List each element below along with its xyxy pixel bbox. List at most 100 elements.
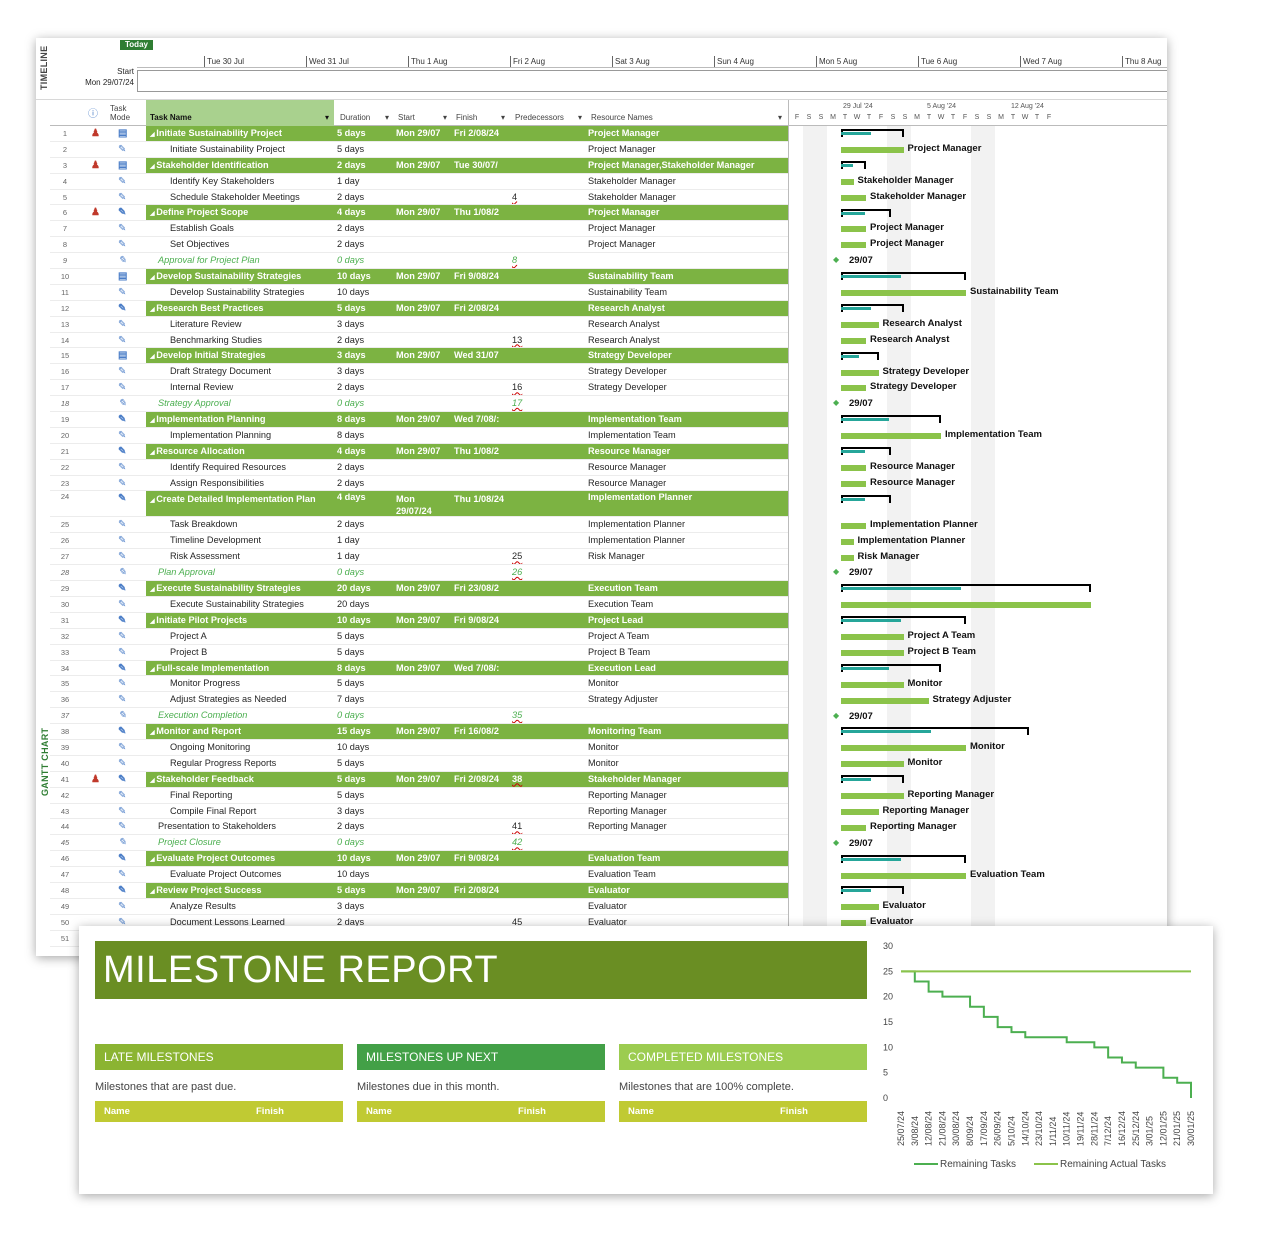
task-predecessors[interactable] [510, 460, 586, 475]
task-start[interactable]: Mon 29/07 [394, 269, 452, 284]
task-start[interactable] [394, 517, 452, 532]
task-finish[interactable] [452, 396, 510, 411]
task-predecessors[interactable]: 8 [510, 253, 586, 268]
task-start[interactable] [394, 333, 452, 348]
task-duration[interactable]: 8 days [335, 412, 393, 427]
task-start[interactable] [394, 174, 452, 189]
task-duration[interactable]: 20 days [335, 597, 393, 612]
task-resources[interactable] [586, 565, 788, 580]
task-duration[interactable]: 2 days [335, 158, 393, 173]
task-predecessors[interactable] [510, 645, 586, 660]
task-duration[interactable]: 10 days [335, 269, 393, 284]
task-duration[interactable]: 5 days [335, 788, 393, 803]
task-bar[interactable] [841, 904, 879, 911]
task-name[interactable]: Identify Key Stakeholders [146, 174, 334, 189]
task-bar[interactable] [841, 464, 866, 471]
task-duration[interactable]: 5 days [335, 629, 393, 644]
task-resources[interactable]: Implementation Planner [586, 517, 788, 532]
task-name[interactable]: Ongoing Monitoring [146, 740, 334, 755]
task-name[interactable]: ◢ Research Best Practices [146, 301, 334, 316]
task-finish[interactable] [452, 899, 510, 914]
task-start[interactable] [394, 788, 452, 803]
task-start[interactable]: Mon 29/07 [394, 205, 452, 220]
task-resources[interactable]: Project Manager [586, 205, 788, 220]
task-name[interactable]: ◢ Execute Sustainability Strategies [146, 581, 334, 596]
task-resources[interactable]: Resource Manager [586, 444, 788, 459]
task-finish[interactable] [452, 756, 510, 771]
col-predecessors[interactable]: Predecessors [515, 113, 564, 122]
task-start[interactable] [394, 190, 452, 205]
row-task-mode[interactable]: ✎ [108, 173, 146, 189]
task-name[interactable]: ◢ Initiate Pilot Projects [146, 613, 334, 628]
task-duration[interactable]: 10 days [335, 285, 393, 300]
row-task-mode[interactable]: ✎ [108, 332, 146, 348]
task-finish[interactable] [452, 142, 510, 157]
task-start[interactable] [394, 142, 452, 157]
row-task-mode[interactable]: ✎ [108, 660, 146, 676]
task-finish[interactable] [452, 253, 510, 268]
task-finish[interactable]: Fri 2/08/24 [452, 301, 510, 316]
table-row[interactable]: 36 ✎ Adjust Strategies as Needed 7 days Stra… [50, 692, 788, 709]
task-predecessors[interactable] [510, 740, 586, 755]
task-resources[interactable] [586, 396, 788, 411]
task-duration[interactable]: 2 days [335, 460, 393, 475]
task-start[interactable] [394, 380, 452, 395]
task-finish[interactable] [452, 460, 510, 475]
table-row[interactable]: 32 ✎ Project A 5 days Project A Team [50, 628, 788, 645]
table-row[interactable]: 26 ✎ Timeline Development 1 day Implementati… [50, 533, 788, 550]
task-finish[interactable]: Fri 23/08/2 [452, 581, 510, 596]
task-resources[interactable]: Project Manager [586, 237, 788, 252]
task-resources[interactable]: Project Manager,Stakeholder Manager [586, 158, 788, 173]
task-predecessors[interactable]: 42 [510, 835, 586, 850]
table-row[interactable]: 21 ✎ ◢ Resource Allocation 4 days Mon 29/07 T… [50, 443, 788, 460]
row-task-mode[interactable]: ✎ [108, 427, 146, 443]
task-resources[interactable]: Evaluation Team [586, 851, 788, 866]
task-resources[interactable]: Monitor [586, 740, 788, 755]
dropdown-icon[interactable]: ▾ [778, 113, 782, 122]
task-resources[interactable]: Execution Team [586, 581, 788, 596]
task-duration[interactable]: 3 days [335, 348, 393, 363]
task-resources[interactable]: Monitoring Team [586, 724, 788, 739]
task-bar[interactable] [841, 793, 904, 799]
task-start[interactable]: Mon 29/07 [394, 412, 452, 427]
task-start[interactable] [394, 692, 452, 707]
row-task-mode[interactable]: ✎ [108, 396, 146, 412]
task-resources[interactable]: Project Manager [586, 142, 788, 157]
task-predecessors[interactable] [510, 581, 586, 596]
task-bar[interactable] [841, 480, 866, 487]
task-predecessors[interactable] [510, 851, 586, 866]
task-name[interactable]: Draft Strategy Document [146, 364, 334, 379]
task-predecessors[interactable] [510, 285, 586, 300]
table-row[interactable]: 10 ▤ ◢ Develop Sustainability Strategies 10… [50, 269, 788, 285]
task-resources[interactable]: Implementation Planner [586, 533, 788, 548]
col-task-name[interactable]: Task Name [150, 113, 192, 122]
row-task-mode[interactable]: ✎ [108, 676, 146, 692]
task-duration[interactable]: 0 days [335, 565, 393, 580]
task-bar[interactable] [841, 602, 1091, 609]
task-duration[interactable]: 5 days [335, 772, 393, 787]
task-name[interactable]: Project A [146, 629, 334, 644]
row-task-mode[interactable]: ✎ [108, 628, 146, 644]
task-start[interactable] [394, 565, 452, 580]
col-resources[interactable]: Resource Names [591, 113, 653, 122]
task-name[interactable]: Develop Sustainability Strategies [146, 285, 334, 300]
task-start[interactable] [394, 597, 452, 612]
task-finish[interactable] [452, 174, 510, 189]
task-start[interactable] [394, 533, 452, 548]
table-row[interactable]: 3 ♟ ▤ ◢ Stakeholder Identification 2 days Mon… [50, 157, 788, 174]
task-start[interactable] [394, 819, 452, 834]
table-row[interactable]: 45 ✎ Project Closure 0 days 42 [50, 835, 788, 852]
task-finish[interactable] [452, 645, 510, 660]
task-duration[interactable]: 3 days [335, 317, 393, 332]
table-row[interactable]: 17 ✎ Internal Review 2 days 16 Strategy Devel… [50, 380, 788, 397]
task-bar[interactable] [841, 146, 904, 153]
dropdown-icon[interactable]: ▾ [501, 113, 505, 122]
task-start[interactable]: Mon 29/07/24 [394, 491, 452, 516]
task-bar[interactable] [841, 290, 966, 296]
sort-icon[interactable]: ▾ [325, 113, 329, 122]
table-row[interactable]: 1 ♟ ▤ ◢ Initiate Sustainability Project 5 da… [50, 126, 788, 142]
col-start[interactable]: Start [398, 113, 415, 122]
row-task-mode[interactable]: ▤ [108, 126, 146, 141]
task-name[interactable]: ◢ Full-scale Implementation [146, 661, 334, 676]
row-task-mode[interactable]: ✎ [108, 237, 146, 253]
